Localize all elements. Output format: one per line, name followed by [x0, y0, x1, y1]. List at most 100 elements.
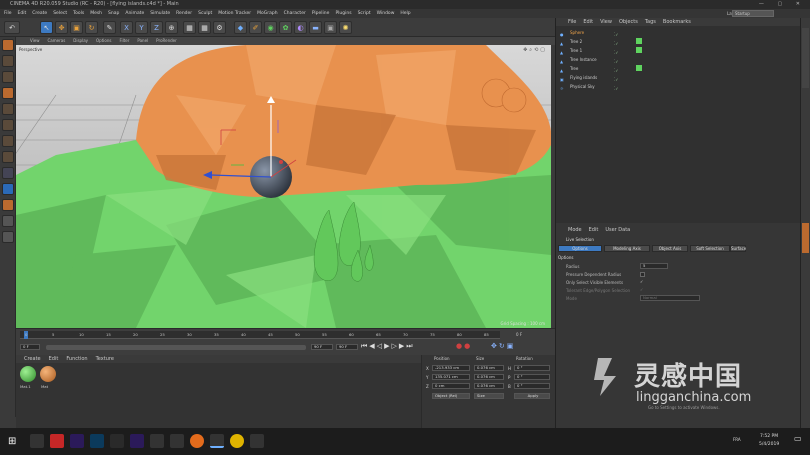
subdivision-surface-button[interactable]: ◉ — [264, 21, 277, 34]
tag-icon[interactable] — [636, 47, 642, 53]
tab-surface[interactable]: Surface — [730, 245, 746, 252]
firefox-icon[interactable] — [190, 434, 204, 448]
rotation-h-field[interactable]: 0 ° — [514, 365, 550, 371]
viewport-menu-view[interactable]: View — [30, 37, 40, 45]
viewport-menu-panel[interactable]: Panel — [137, 37, 148, 45]
object-row-tree-1[interactable]: Tree 1 — [556, 47, 801, 55]
timeline-ruler[interactable]: 0 5 10 15 20 25 30 35 40 45 50 55 60 65 … — [20, 331, 500, 339]
render-settings-button[interactable]: ⚙ — [213, 21, 226, 34]
menu-script[interactable]: Script — [358, 9, 371, 18]
radius-field[interactable]: 5 — [640, 263, 668, 269]
window-controls[interactable]: — ▢ ✕ — [759, 0, 806, 9]
attributes-tab[interactable] — [802, 223, 809, 253]
size-y-field[interactable]: 0.076 cm — [474, 374, 504, 380]
size-z-field[interactable]: 0.076 cm — [474, 383, 504, 389]
material-green-swatch[interactable] — [20, 366, 36, 382]
move-tool-button[interactable]: ✥ — [55, 21, 68, 34]
menu-file[interactable]: File — [4, 9, 12, 18]
rotation-p-field[interactable]: 0 ° — [514, 374, 550, 380]
planar-workplane-icon[interactable] — [2, 231, 14, 243]
tab-options[interactable]: Options — [558, 245, 602, 252]
obj-menu-view[interactable]: View — [600, 18, 612, 26]
object-row-tree[interactable]: Tree — [556, 65, 801, 73]
obj-menu-file[interactable]: File — [568, 18, 576, 26]
render-view-button[interactable]: ▦ — [183, 21, 196, 34]
tag-icon[interactable] — [636, 65, 642, 71]
app-icon[interactable] — [250, 434, 264, 448]
layout-select[interactable]: Startup — [732, 10, 774, 17]
task-view-icon[interactable] — [30, 434, 44, 448]
polygons-mode-icon[interactable] — [2, 119, 14, 131]
scale-tool-button[interactable]: ▣ — [70, 21, 83, 34]
menu-window[interactable]: Window — [377, 9, 395, 18]
taskbar-time[interactable]: 7:52 PM — [760, 434, 778, 439]
menu-snap[interactable]: Snap — [108, 9, 119, 18]
tolerant-checkbox[interactable]: ✓ — [640, 287, 645, 293]
viewport-menu-cameras[interactable]: Cameras — [48, 37, 66, 45]
tab-object-axis[interactable]: Object Axis — [652, 245, 688, 252]
position-z-field[interactable]: 0 cm — [432, 383, 470, 389]
select-tool-button[interactable]: ↖ — [40, 21, 53, 34]
object-row-tree-instance[interactable]: Tree Instance — [556, 56, 801, 64]
rotation-b-field[interactable]: 0 ° — [514, 383, 550, 389]
keyboard-language[interactable]: FRA — [733, 437, 741, 442]
material-menu-function[interactable]: Function — [66, 355, 87, 363]
enable-axis-icon[interactable] — [2, 135, 14, 147]
taskbar-date[interactable]: 5/4/2019 — [759, 442, 779, 447]
material-menu-edit[interactable]: Edit — [49, 355, 59, 363]
size-mode-select[interactable]: Size — [474, 393, 504, 399]
workplane-icon[interactable] — [2, 199, 14, 211]
mode-select[interactable]: Normal — [640, 295, 700, 301]
cinema4d-icon[interactable] — [150, 434, 164, 448]
premiere-icon[interactable] — [70, 434, 84, 448]
y-axis-button[interactable]: Y — [135, 21, 148, 34]
object-row-sphere[interactable]: Sphere — [556, 29, 801, 37]
viewport-menu-options[interactable]: Options — [96, 37, 111, 45]
pressure-checkbox[interactable] — [640, 272, 645, 277]
menu-tools[interactable]: Tools — [73, 9, 84, 18]
object-row-tree-2[interactable]: Tree 2 — [556, 38, 801, 46]
coordinate-system-button[interactable]: ⊕ — [165, 21, 178, 34]
viewport-menu-prorender[interactable]: ProRender — [156, 37, 177, 45]
array-button[interactable]: ✿ — [279, 21, 292, 34]
after-effects-icon[interactable] — [130, 434, 144, 448]
visibility-dots[interactable]: ⁚✓ ⁚✓ ⁚✓ ⁚✓ ⁚✓ ⁚✓ ⁚✓ — [614, 30, 634, 91]
attr-menu-edit[interactable]: Edit — [589, 226, 599, 234]
cinema4d-icon[interactable] — [170, 434, 184, 448]
position-x-field[interactable]: -213.933 cm — [432, 365, 470, 371]
menu-sculpt[interactable]: Sculpt — [198, 9, 212, 18]
obj-menu-tags[interactable]: Tags — [645, 18, 656, 26]
obj-menu-bookmarks[interactable]: Bookmarks — [663, 18, 691, 26]
record-buttons[interactable]: ●● — [456, 342, 472, 350]
model-mode-icon[interactable] — [2, 55, 14, 67]
coordinate-mode-select[interactable]: Object (Rel) — [432, 393, 470, 399]
playback-controls[interactable]: ⏮◀◁▶▷▶⏭ — [361, 342, 415, 351]
size-x-field[interactable]: 0.076 cm — [474, 365, 504, 371]
points-mode-icon[interactable] — [2, 87, 14, 99]
position-y-field[interactable]: 135.071 cm — [432, 374, 470, 380]
notifications-icon[interactable]: ▭ — [794, 434, 804, 448]
material-menu-texture[interactable]: Texture — [96, 355, 114, 363]
floor-button[interactable]: ▬ — [309, 21, 322, 34]
object-row-physical-sky[interactable]: Physical Sky — [556, 83, 801, 91]
menu-character[interactable]: Character — [284, 9, 306, 18]
menu-edit[interactable]: Edit — [18, 9, 27, 18]
menu-motion-tracker[interactable]: Motion Tracker — [218, 9, 251, 18]
rotate-tool-button[interactable]: ↻ — [85, 21, 98, 34]
object-row-flying-islands[interactable]: Flying islands — [556, 74, 801, 82]
start-frame-field[interactable]: 0 F — [20, 344, 40, 350]
tab-modeling-axis[interactable]: Modeling Axis — [604, 245, 650, 252]
obj-menu-edit[interactable]: Edit — [583, 18, 593, 26]
material-orange-swatch[interactable] — [40, 366, 56, 382]
attr-menu-mode[interactable]: Mode — [568, 226, 582, 234]
deformer-button[interactable]: ◐ — [294, 21, 307, 34]
objects-tab[interactable] — [802, 28, 809, 88]
cinema4d-active-icon[interactable] — [210, 434, 224, 448]
menu-mograph[interactable]: MoGraph — [257, 9, 277, 18]
pen-spline-button[interactable]: ✐ — [249, 21, 262, 34]
viewport-nav-icons[interactable]: ✥⌕⟲▢ — [523, 47, 547, 53]
obj-menu-objects[interactable]: Objects — [619, 18, 638, 26]
preview-range-slider[interactable] — [46, 345, 306, 350]
chrome-icon[interactable] — [230, 434, 244, 448]
end-frame-field[interactable]: 90 F — [311, 344, 333, 350]
